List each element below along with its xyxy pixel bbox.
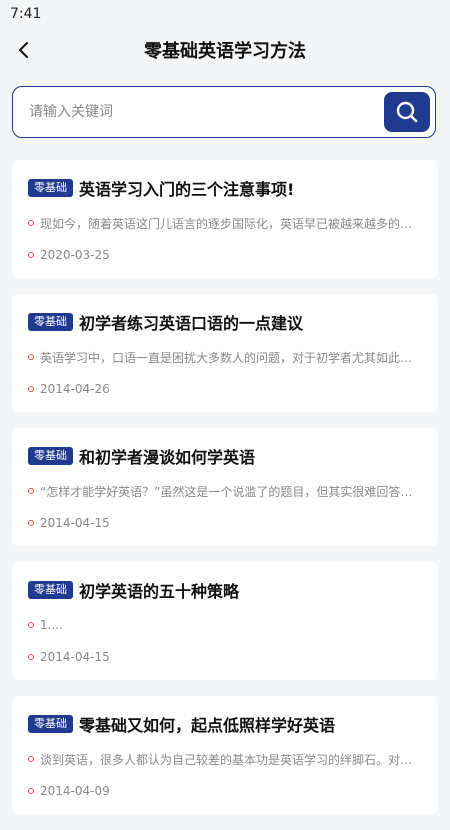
- bullet-dot-icon: [28, 488, 34, 494]
- bullet-dot-icon: [28, 756, 34, 762]
- article-date: 2014-04-09: [40, 784, 110, 798]
- bullet-dot-icon: [28, 252, 34, 258]
- category-badge: 零基础: [28, 447, 73, 465]
- article-title: 和初学者漫谈如何学英语: [79, 448, 256, 467]
- article-date: 2020-03-25: [40, 248, 110, 262]
- article-summary: 现如今，随着英语这门儿语言的逐步国际化，英语早已被越来越多的人...: [40, 216, 420, 231]
- bullet-dot-icon: [28, 622, 34, 628]
- article-list: 零基础 英语学习入门的三个注意事项! 现如今，随着英语这门儿语言的逐步国际化，英…: [12, 160, 438, 830]
- category-badge: 零基础: [28, 313, 73, 331]
- status-time: 7:41: [10, 6, 42, 22]
- bullet-dot-icon: [28, 788, 34, 794]
- bullet-dot-icon: [28, 386, 34, 392]
- bullet-dot-icon: [28, 354, 34, 360]
- category-badge: 零基础: [28, 179, 73, 197]
- nav-bar: 零基础英语学习方法: [0, 28, 450, 72]
- status-bar: 7:41: [0, 0, 450, 28]
- page-title: 零基础英语学习方法: [144, 41, 306, 62]
- category-badge: 零基础: [28, 715, 73, 733]
- article-card[interactable]: 零基础 和初学者漫谈如何学英语 “怎样才能学好英语？”虽然这是一个说滥了的题目，…: [12, 428, 438, 546]
- article-title: 初学者练习英语口语的一点建议: [79, 314, 304, 333]
- article-summary: 英语学习中，口语一直是困扰大多数人的问题，对于初学者尤其如此。...: [40, 350, 420, 365]
- search-input[interactable]: [27, 103, 435, 121]
- article-card[interactable]: 零基础 初学者练习英语口语的一点建议 英语学习中，口语一直是困扰大多数人的问题，…: [12, 294, 438, 412]
- search-button[interactable]: [384, 92, 430, 132]
- article-title: 英语学习入门的三个注意事项!: [79, 180, 295, 199]
- back-button[interactable]: [8, 34, 40, 66]
- article-title: 初学英语的五十种策略: [79, 582, 240, 601]
- article-card[interactable]: 零基础 初学英语的五十种策略 1.... 2014-04-15: [12, 562, 438, 680]
- bullet-dot-icon: [28, 520, 34, 526]
- article-card[interactable]: 零基础 零基础又如何，起点低照样学好英语 谈到英语，很多人都认为自己较差的基本功…: [12, 696, 438, 814]
- chevron-left-icon: [19, 42, 28, 58]
- search-icon: [396, 101, 418, 123]
- bullet-dot-icon: [28, 654, 34, 660]
- bullet-dot-icon: [28, 220, 34, 226]
- article-title: 零基础又如何，起点低照样学好英语: [79, 716, 336, 735]
- search-bar: [12, 86, 436, 138]
- article-summary: “怎样才能学好英语？”虽然这是一个说滥了的题目，但其实很难回答。...: [40, 484, 420, 499]
- article-date: 2014-04-15: [40, 516, 110, 530]
- article-summary: 谈到英语，很多人都认为自己较差的基本功是英语学习的绊脚石。对于...: [40, 752, 420, 767]
- article-summary: 1....: [40, 618, 63, 632]
- article-date: 2014-04-26: [40, 382, 110, 396]
- article-date: 2014-04-15: [40, 650, 110, 664]
- article-card[interactable]: 零基础 英语学习入门的三个注意事项! 现如今，随着英语这门儿语言的逐步国际化，英…: [12, 160, 438, 278]
- category-badge: 零基础: [28, 581, 73, 599]
